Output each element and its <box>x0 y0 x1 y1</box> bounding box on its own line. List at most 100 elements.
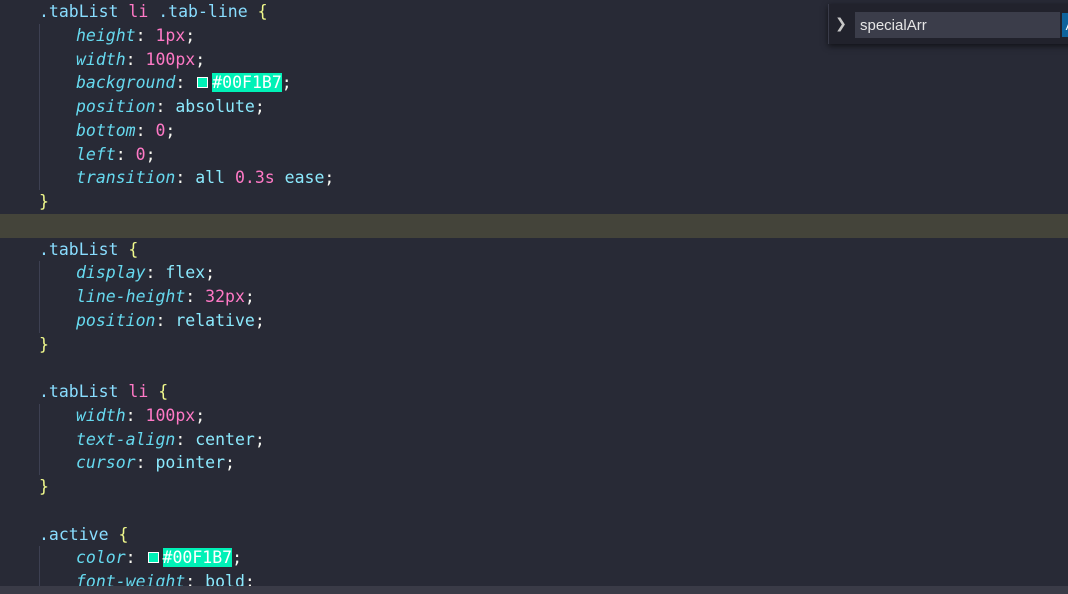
code-token: ; <box>281 73 292 93</box>
code-token: #00F1B7 <box>212 73 282 93</box>
code-line: transition: all 0.3s ease; <box>0 166 1068 190</box>
code-token: ; <box>254 429 265 449</box>
code-token: 0 <box>155 120 166 140</box>
code-token: line-height <box>76 287 186 306</box>
code-token: .tabList <box>39 382 119 401</box>
code-line: text-align: center; <box>0 428 1068 452</box>
code-token: : <box>125 49 146 69</box>
chevron-right-icon[interactable]: ❯ <box>829 4 853 44</box>
code-token: : <box>115 144 136 164</box>
code-token: ; <box>225 453 235 473</box>
code-line: } <box>0 333 1068 357</box>
code-token: 0.3s <box>234 168 275 188</box>
indent-guide <box>39 261 40 333</box>
code-token: position <box>76 310 156 330</box>
code-token: } <box>39 477 49 496</box>
color-swatch-icon[interactable] <box>147 551 159 563</box>
code-token: { <box>257 2 268 21</box>
code-line: width: 100px; <box>0 404 1068 428</box>
code-token: { <box>158 382 169 401</box>
code-token: : <box>155 97 176 116</box>
code-line: left: 0; <box>0 143 1068 167</box>
code-token: } <box>39 334 49 354</box>
horizontal-scrollbar[interactable] <box>0 586 1068 594</box>
code-line: .active { <box>0 523 1068 547</box>
code-token: : <box>135 25 156 45</box>
code-token: ; <box>232 548 243 568</box>
code-token: color <box>76 548 126 568</box>
code-token: { <box>118 524 129 544</box>
code-token: 100px <box>145 49 196 69</box>
code-token: { <box>128 239 139 259</box>
code-line: } <box>0 190 1068 214</box>
code-token: left <box>76 144 116 164</box>
code-line: .tabList li { <box>0 380 1068 404</box>
indent-guide <box>39 403 40 475</box>
code-token: : <box>135 120 156 140</box>
code-token: ; <box>254 97 265 116</box>
code-token: 0 <box>135 144 146 164</box>
code-token: .tabList <box>39 2 119 21</box>
code-token: #00F1B7 <box>162 548 233 568</box>
code-token: all <box>195 168 226 188</box>
code-token: } <box>39 192 49 211</box>
code-token: flex <box>165 263 206 283</box>
code-token: : <box>125 405 146 425</box>
code-line: bottom: 0; <box>0 119 1068 143</box>
code-token: ; <box>254 310 265 330</box>
code-editor[interactable]: .tabList li .tab-line {height: 1px; width… <box>0 0 1068 594</box>
code-token: relative <box>175 310 255 330</box>
code-token: ; <box>145 144 156 164</box>
code-token: : <box>175 168 196 188</box>
code-token: ; <box>165 120 176 140</box>
code-token: ; <box>244 287 255 306</box>
code-token: ; <box>195 49 206 69</box>
code-line <box>0 213 1068 238</box>
code-token: .active <box>39 524 109 544</box>
code-token: ; <box>324 168 335 188</box>
code-token: : <box>145 263 166 283</box>
code-token: : <box>125 548 146 568</box>
code-token: display <box>76 263 146 283</box>
code-line: position: relative; <box>0 309 1068 333</box>
code-line: } <box>0 475 1068 499</box>
code-token: .tab-line <box>158 2 248 21</box>
code-token: ; <box>195 405 206 425</box>
code-token: .tabList <box>39 239 119 259</box>
code-token: background <box>76 73 176 93</box>
code-token: bottom <box>76 120 136 140</box>
code-line: cursor: pointer; <box>0 451 1068 475</box>
code-token: : <box>175 73 196 93</box>
code-token: 32px <box>205 287 245 306</box>
code-line: .tabList { <box>0 238 1068 262</box>
find-input[interactable] <box>855 12 1060 38</box>
code-token: : <box>175 429 196 449</box>
code-line: width: 100px; <box>0 48 1068 72</box>
find-option-button[interactable]: A <box>1062 13 1068 37</box>
code-token: 100px <box>145 405 196 425</box>
code-token: : <box>135 453 156 473</box>
code-token: center <box>195 429 255 449</box>
code-token: : <box>155 310 176 330</box>
code-token: height <box>76 25 136 45</box>
code-token: li <box>128 2 149 21</box>
code-line: line-height: 32px; <box>0 285 1068 309</box>
code-token: width <box>76 405 126 425</box>
code-line: position: absolute; <box>0 95 1068 119</box>
code-token: ease <box>284 168 325 188</box>
code-token: cursor <box>76 453 136 473</box>
code-token: transition <box>76 168 176 188</box>
color-swatch-icon[interactable] <box>197 76 209 88</box>
code-token: width <box>76 49 126 69</box>
indent-guide <box>39 23 40 190</box>
code-token: position <box>76 97 156 116</box>
